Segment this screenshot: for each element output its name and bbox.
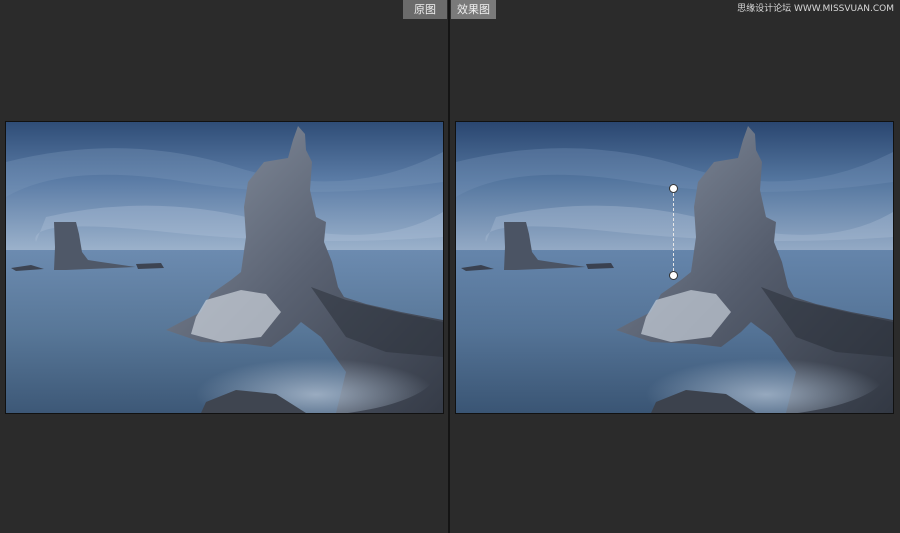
watermark: 思缘设计论坛 WWW.MISSVUAN.COM [737,4,894,14]
split-divider[interactable] [448,0,450,533]
landscape-photo-icon [6,122,443,413]
adjustment-handle-top[interactable] [669,184,678,193]
landscape-photo-icon [456,122,893,413]
tab-before[interactable]: 原图 [403,0,447,19]
after-image [455,121,894,414]
before-image [5,121,444,414]
adjustment-handle-bottom[interactable] [669,271,678,280]
tab-after[interactable]: 效果图 [451,0,496,19]
adjustment-guide-line [673,193,674,271]
comparison-view: 原图 效果图 思缘设计论坛 WWW.MISSVUAN.COM [0,0,900,533]
